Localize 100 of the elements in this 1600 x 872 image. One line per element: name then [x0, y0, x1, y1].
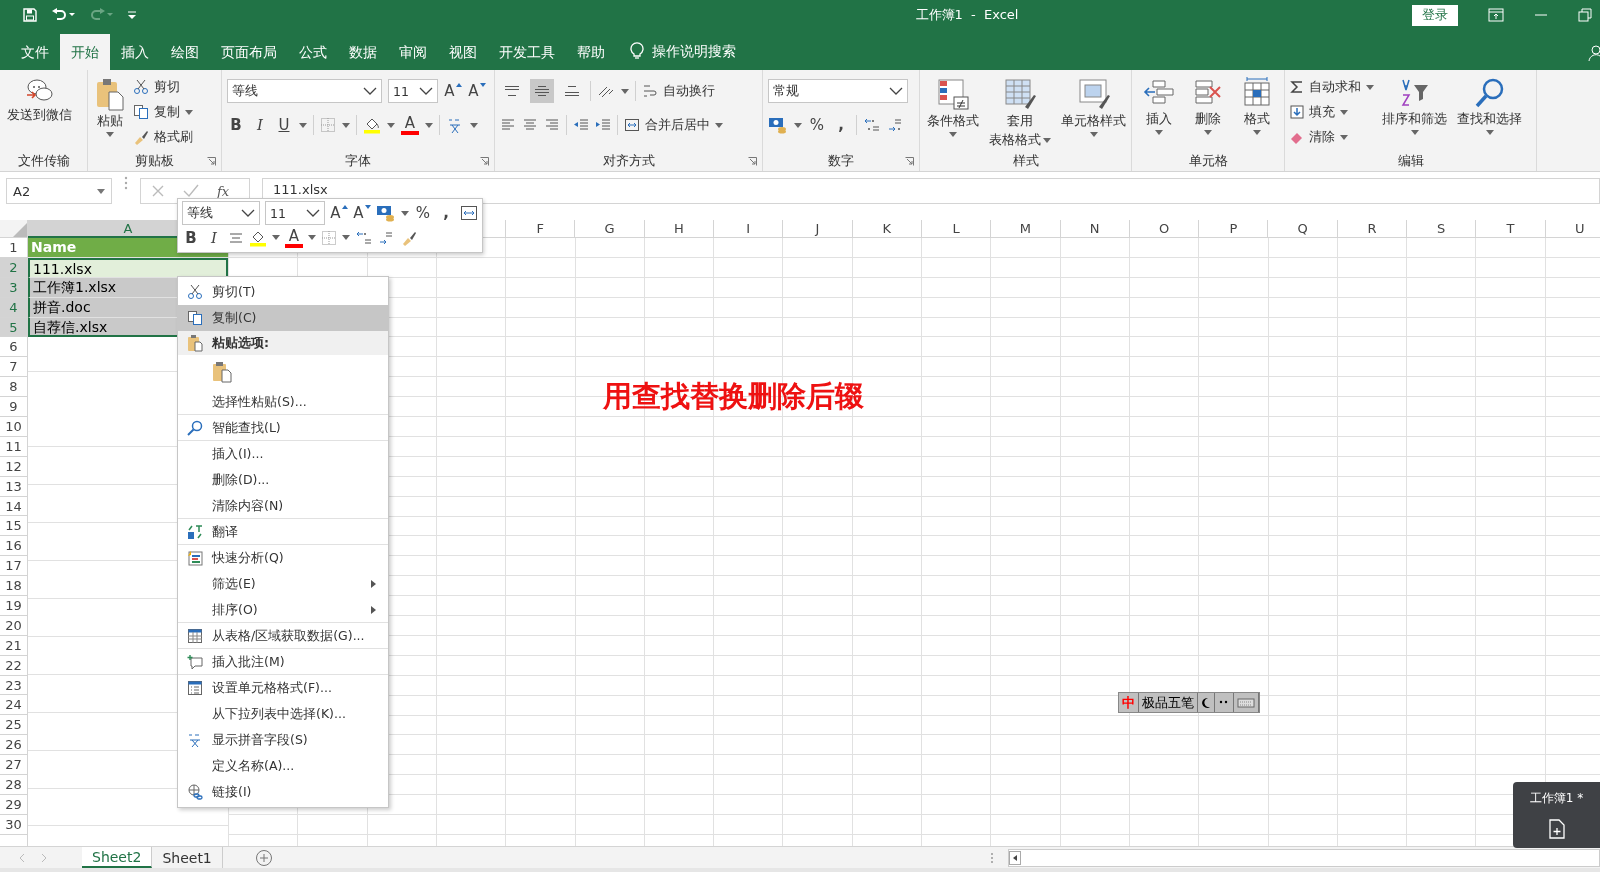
merge-and-center-button[interactable]: 合并后居中	[624, 114, 723, 136]
add-sheet-icon[interactable]	[254, 848, 273, 867]
enter-check-icon[interactable]	[183, 184, 199, 198]
restore-icon[interactable]	[1578, 8, 1592, 22]
row-header[interactable]: 2	[0, 257, 27, 278]
menu-item[interactable]: 插入批注(M)	[178, 649, 388, 675]
merge-cells-icon[interactable]	[460, 205, 478, 222]
sheet-tab[interactable]: Sheet2	[82, 847, 153, 868]
row-header[interactable]: 17	[0, 556, 27, 577]
row-header[interactable]: 11	[0, 436, 27, 457]
input-method-name[interactable]: 极品五笔	[1139, 693, 1198, 712]
clear-button[interactable]: 清除	[1290, 126, 1374, 148]
format-painter-button[interactable]: 格式刷	[133, 126, 193, 148]
comma-style-button[interactable]: ,	[832, 114, 850, 136]
menu-item[interactable]: 选择性粘贴(S)...	[178, 389, 388, 415]
font-size-field[interactable]: 11	[388, 79, 438, 103]
increase-font-size-button[interactable]: A	[444, 80, 462, 102]
row-header[interactable]: 8	[0, 377, 27, 398]
align-right-icon[interactable]	[544, 117, 560, 133]
menu-item[interactable]: 显示拼音字段(S)	[178, 727, 388, 753]
ribbon-tab[interactable]: 文件	[10, 34, 60, 70]
vertical-align-button[interactable]	[530, 79, 554, 103]
align-center-icon[interactable]	[522, 117, 538, 133]
caret-icon[interactable]	[272, 235, 280, 241]
row-header[interactable]: 19	[0, 596, 27, 616]
ribbon-tab[interactable]: 绘图	[160, 34, 210, 70]
drag-handle-icon[interactable]	[124, 176, 128, 190]
cell-styles-button[interactable]: 单元格样式	[1059, 74, 1128, 140]
row-header[interactable]: 3	[0, 277, 27, 298]
bold-button[interactable]: B	[227, 114, 245, 136]
caret-icon[interactable]	[470, 122, 478, 128]
font-name-field[interactable]: 等线	[227, 79, 382, 103]
comma-style-button[interactable]: ,	[437, 202, 455, 225]
menu-item[interactable]: 清除内容(N)	[178, 493, 388, 519]
row-header[interactable]: 29	[0, 794, 27, 815]
decrease-indent-icon[interactable]	[573, 117, 589, 133]
row-header[interactable]: 15	[0, 516, 27, 537]
caret-icon[interactable]	[342, 235, 350, 241]
ribbon-tab[interactable]: 数据	[338, 34, 388, 70]
horizontal-scrollbar[interactable]	[1008, 848, 1600, 867]
caret-icon[interactable]	[621, 88, 629, 94]
menu-item[interactable]: 从下拉列表中选择(K)...	[178, 701, 388, 727]
customize-caret-icon[interactable]	[126, 10, 138, 20]
moon-icon[interactable]	[1201, 696, 1211, 709]
decrease-font-size-button[interactable]: A	[353, 202, 371, 225]
dialog-launcher-icon[interactable]	[207, 157, 216, 166]
underline-button[interactable]: U	[275, 114, 293, 136]
lightbulb-icon[interactable]	[630, 42, 644, 60]
menu-item[interactable]: 智能查找(L)	[178, 415, 388, 441]
sign-in-button[interactable]: 登录	[1412, 4, 1458, 26]
font-size-field[interactable]: 11	[265, 201, 325, 226]
dialog-launcher-icon[interactable]	[480, 157, 489, 166]
caret-icon[interactable]	[308, 235, 316, 241]
paintbrush-icon[interactable]	[401, 229, 417, 246]
accounting-format-icon[interactable]	[768, 116, 788, 134]
menu-item[interactable]: 快速分析(Q)	[178, 545, 388, 571]
number-format-field[interactable]: 常规	[768, 79, 908, 103]
menu-item[interactable]: 设置单元格格式(F)...	[178, 675, 388, 701]
caret-icon[interactable]	[425, 122, 433, 128]
formula-input[interactable]: 111.xlsx	[262, 178, 1600, 204]
paste-option-icon[interactable]	[212, 361, 232, 383]
send-to-wechat-button[interactable]: 发送到微信	[5, 74, 74, 127]
font-name-field[interactable]: 等线	[182, 201, 260, 226]
menu-item[interactable]: 筛选(E)	[178, 571, 388, 597]
row-header[interactable]: 4	[0, 297, 27, 318]
keyboard-icon[interactable]	[1237, 696, 1255, 709]
wrap-text-button[interactable]: 自动换行	[642, 80, 715, 102]
dialog-launcher-icon[interactable]	[748, 157, 757, 166]
tell-me-search[interactable]: 操作说明搜索	[652, 34, 736, 70]
row-header[interactable]: 7	[0, 357, 27, 378]
row-header[interactable]: 23	[0, 675, 27, 696]
window-thumbnail-title[interactable]: 工作簿1 *	[1529, 790, 1584, 807]
format-cells-button[interactable]: 格式	[1239, 74, 1276, 138]
row-header[interactable]: 13	[0, 476, 27, 497]
ribbon-display-icon[interactable]	[1488, 8, 1504, 22]
menu-item[interactable]: 复制(C)	[178, 305, 388, 331]
ribbon-tab[interactable]: 视图	[438, 34, 488, 70]
conditional-formatting-button[interactable]: 条件格式	[925, 74, 981, 140]
undo-icon[interactable]	[50, 7, 76, 23]
row-header[interactable]: 6	[0, 337, 27, 358]
row-header[interactable]: 16	[0, 536, 27, 557]
row-header[interactable]: 25	[0, 715, 27, 736]
user-icon[interactable]	[1588, 44, 1600, 62]
row-header[interactable]: 27	[0, 755, 27, 776]
font-color-button[interactable]: A	[401, 115, 419, 135]
ribbon-tab[interactable]: 页面布局	[210, 34, 288, 70]
row-header[interactable]: 5	[0, 317, 27, 338]
new-document-icon[interactable]	[1547, 819, 1566, 839]
sort-and-filter-button[interactable]: 排序和筛选	[1380, 74, 1449, 138]
decrease-font-size-button[interactable]: A	[468, 80, 486, 102]
ribbon-tab[interactable]: 审阅	[388, 34, 438, 70]
delete-cells-button[interactable]: 删除	[1190, 74, 1226, 138]
increase-decimal-icon[interactable]	[863, 116, 881, 134]
caret-icon[interactable]	[387, 122, 395, 128]
menu-item[interactable]: 插入(I)...	[178, 441, 388, 467]
cut-button[interactable]: 剪切	[133, 76, 193, 98]
row-header[interactable]: 1	[0, 238, 27, 258]
autosum-button[interactable]: 自动求和	[1290, 76, 1374, 98]
row-header[interactable]: 20	[0, 615, 27, 636]
scroll-left-icon[interactable]	[1009, 850, 1021, 865]
